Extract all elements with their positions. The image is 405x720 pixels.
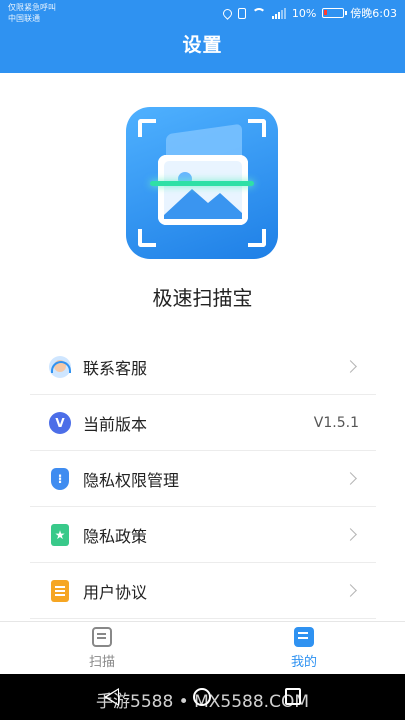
chevron-right-icon	[344, 472, 357, 485]
tab-mine[interactable]: 我的	[264, 622, 344, 675]
tab-label: 我的	[290, 655, 317, 670]
status-carrier: 仅限紧急呼叫 中国联通	[8, 2, 56, 24]
menu-item-user-agreement[interactable]: 用户协议	[30, 563, 376, 619]
image-landscape-icon	[158, 155, 248, 225]
vibrate-icon	[237, 7, 246, 19]
menu-item-label: 隐私权限管理	[83, 470, 180, 490]
menu-item-privacy-permissions[interactable]: ⁝ 隐私权限管理	[30, 451, 376, 507]
battery-icon	[322, 8, 348, 18]
scan-line	[150, 181, 254, 186]
frame-corner	[138, 229, 156, 247]
bookmark-star-icon: ★	[51, 523, 69, 546]
status-indicators: 10% 傍晚6:03	[220, 5, 397, 22]
page-title: 设置	[182, 34, 223, 56]
customer-service-icon	[49, 355, 71, 378]
menu-item-label: 联系客服	[83, 358, 148, 378]
status-time: 傍晚6:03	[350, 7, 397, 20]
tab-scan[interactable]: 扫描	[62, 622, 142, 675]
shield-icon: ⁝	[51, 467, 69, 490]
wifi-icon	[251, 8, 266, 22]
menu-item-contact-service[interactable]: 联系客服	[30, 339, 376, 395]
logo-photo-card	[158, 155, 248, 225]
frame-corner	[248, 229, 266, 247]
carrier-line-1: 仅限紧急呼叫	[8, 3, 56, 12]
carrier-line-2: 中国联通	[8, 14, 40, 23]
menu-item-privacy-policy[interactable]: ★ 隐私政策	[30, 507, 376, 563]
menu-item-current-version[interactable]: V 当前版本 V1.5.1	[30, 395, 376, 451]
frame-corner	[248, 119, 266, 137]
settings-menu: 联系客服 V 当前版本 V1.5.1 ⁝ 隐私权限管理 ★ 隐私政策 用户协议	[30, 339, 376, 619]
app-name: 极速扫描宝	[152, 286, 253, 310]
scan-tab-icon	[92, 627, 112, 647]
version-value: V1.5.1	[313, 414, 359, 431]
header-bar: 仅限紧急呼叫 中国联通 10% 傍晚6:03 设置	[0, 0, 405, 73]
app-logo	[126, 107, 278, 259]
signal-icon	[271, 7, 286, 19]
menu-item-label: 当前版本	[83, 414, 148, 434]
chevron-right-icon	[344, 360, 357, 373]
tab-label: 扫描	[88, 655, 115, 670]
menu-item-label: 隐私政策	[83, 526, 148, 546]
version-v-icon: V	[49, 411, 71, 434]
system-nav-bar: 手游5588 • MX5588.COM	[0, 674, 405, 720]
location-icon	[220, 6, 234, 20]
mine-tab-icon	[294, 627, 314, 647]
document-icon	[51, 579, 69, 602]
chevron-right-icon	[344, 584, 357, 597]
menu-item-label: 用户协议	[83, 582, 148, 602]
chevron-right-icon	[344, 528, 357, 541]
bottom-tab-bar: 扫描 我的	[0, 621, 405, 674]
frame-corner	[138, 119, 156, 137]
battery-percent: 10%	[291, 6, 317, 20]
watermark: 手游5588 • MX5588.COM	[96, 692, 309, 712]
